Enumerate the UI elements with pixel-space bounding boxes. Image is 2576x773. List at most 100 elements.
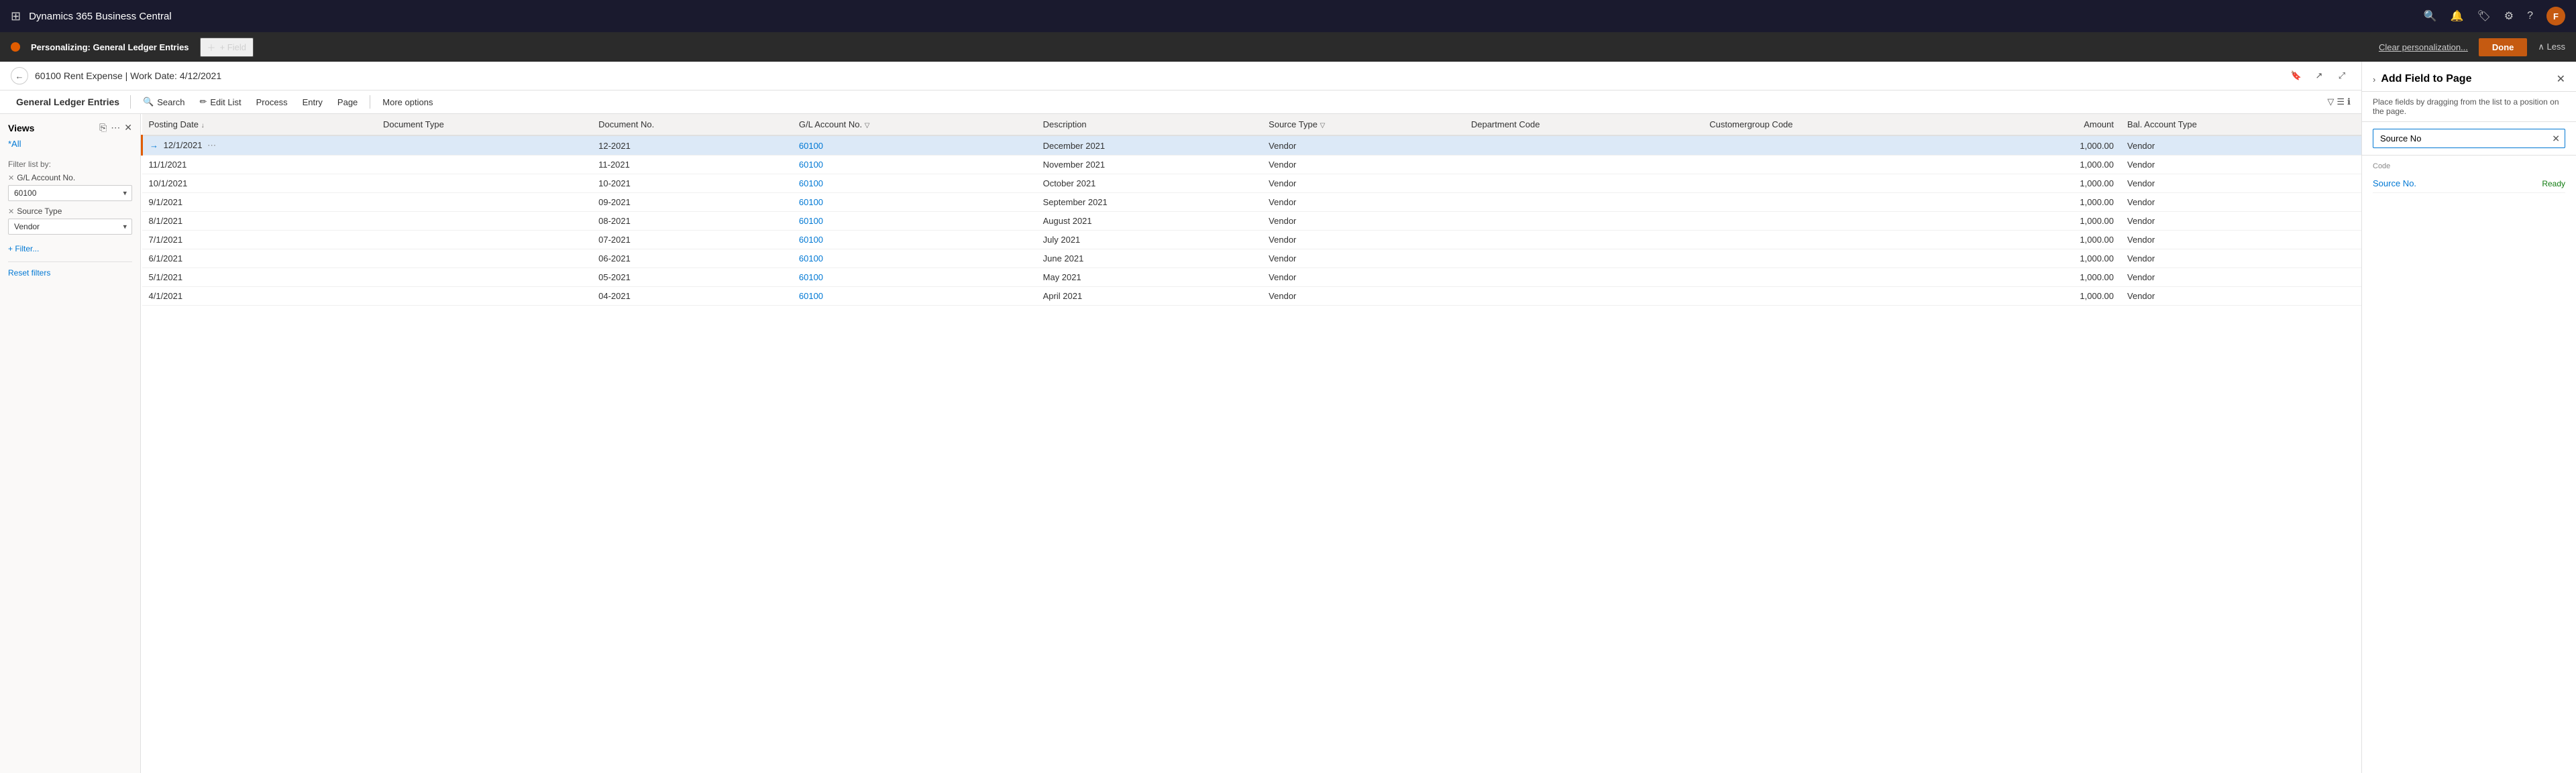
afp-search-clear-icon[interactable]: ✕ [2552,133,2560,144]
gl-account-cell[interactable]: 60100 [792,212,1036,231]
share-icon[interactable]: ↗ [2310,67,2328,84]
more-options-button[interactable]: More options [376,94,439,111]
gl-account-cell[interactable]: 60100 [792,174,1036,193]
table-row[interactable]: 10/1/202110-202160100October 2021Vendor1… [142,174,2362,193]
col-posting-date[interactable]: Posting Date ↓ [142,114,376,135]
grid-icon[interactable]: ⊞ [11,9,21,23]
search-btn-icon: 🔍 [143,97,154,107]
filter-item-gl: ✕ G/L Account No. [8,173,132,182]
bookmark-page-icon[interactable]: 🔖 [2288,67,2305,84]
afp-close-icon[interactable]: ✕ [2557,72,2565,86]
col-bal-account[interactable]: Bal. Account Type [2121,114,2361,135]
clear-personalization-button[interactable]: Clear personalization... [2379,42,2468,52]
add-filter-button[interactable]: + Filter... [8,241,39,256]
col-description[interactable]: Description [1036,114,1263,135]
entry-button[interactable]: Entry [296,94,329,111]
posting-date-link[interactable]: 11/1/2021 [149,160,187,170]
row-context-menu[interactable]: ⋯ [205,140,216,150]
posting-date-link[interactable]: 5/1/2021 [149,272,183,282]
less-button[interactable]: ∧ Less [2538,42,2565,52]
afp-search-input[interactable] [2373,129,2565,148]
process-button[interactable]: Process [250,94,294,111]
source-type-wrapper: Vendor [8,219,132,235]
table-row[interactable]: → 12/1/2021 ⋯12-202160100December 2021Ve… [142,135,2362,156]
filter-list-label: Filter list by: [8,160,132,169]
posting-date-link[interactable]: 8/1/2021 [149,216,183,226]
posting-date-link[interactable]: 12/1/2021 [164,140,203,150]
reset-filters-button[interactable]: Reset filters [8,268,50,278]
settings-icon[interactable]: ⚙ [2504,9,2514,23]
afp-expand-icon[interactable]: › [2373,74,2375,84]
gl-account-cell[interactable]: 60100 [792,287,1036,306]
back-button[interactable]: ← [11,67,28,84]
col-customer-group[interactable]: Customergroup Code [1703,114,1983,135]
views-panel: Views ⎘ ⋯ ✕ *All Filter list by: ✕ G/L A… [0,114,141,773]
posting-date-link[interactable]: 10/1/2021 [149,178,188,188]
customer-group-cell [1703,268,1983,287]
col-amount[interactable]: Amount [1983,114,2121,135]
content-body: Views ⎘ ⋯ ✕ *All Filter list by: ✕ G/L A… [0,114,2361,773]
filter-divider [8,261,132,262]
posting-date-link[interactable]: 7/1/2021 [149,235,183,245]
info-icon[interactable]: ℹ [2347,97,2351,107]
gl-account-cell[interactable]: 60100 [792,268,1036,287]
customer-group-cell [1703,249,1983,268]
table-row[interactable]: 9/1/202109-202160100September 2021Vendor… [142,193,2362,212]
afp-code-label: Code [2373,162,2565,170]
done-button[interactable]: Done [2479,38,2528,56]
posting-date-link[interactable]: 4/1/2021 [149,291,183,301]
table-row[interactable]: 11/1/202111-202160100November 2021Vendor… [142,156,2362,174]
add-field-button[interactable]: ＋ + Field [200,38,254,57]
filter-source-remove[interactable]: ✕ [8,207,14,216]
dept-code-cell [1464,212,1703,231]
views-header: Views ⎘ ⋯ ✕ [8,122,132,133]
amount-cell: 1,000.00 [1983,249,2121,268]
col-gl-account[interactable]: G/L Account No. ▽ [792,114,1036,135]
source-type-cell: Vendor [1262,193,1464,212]
expand-icon[interactable]: ⤢ [2333,67,2351,84]
posting-date-link[interactable]: 9/1/2021 [149,197,183,207]
source-type-select[interactable]: Vendor [8,219,132,235]
gl-account-cell[interactable]: 60100 [792,231,1036,249]
bal-account-cell: Vendor [2121,156,2361,174]
filter-icon[interactable]: ▽ [2327,97,2334,107]
page-button[interactable]: Page [331,94,364,111]
gl-account-cell[interactable]: 60100 [792,193,1036,212]
table-row[interactable]: 8/1/202108-202160100August 2021Vendor1,0… [142,212,2362,231]
views-close-icon[interactable]: ✕ [124,122,132,133]
search-icon[interactable]: 🔍 [2424,9,2437,23]
app-title: Dynamics 365 Business Central [29,11,2416,22]
source-type-cell: Vendor [1262,135,1464,156]
views-all-link[interactable]: *All [8,139,132,149]
views-more-icon[interactable]: ⋯ [111,122,120,133]
col-dept-code[interactable]: Department Code [1464,114,1703,135]
avatar[interactable]: F [2546,7,2565,25]
table-row[interactable]: 7/1/202107-202160100July 2021Vendor1,000… [142,231,2362,249]
gl-account-cell[interactable]: 60100 [792,249,1036,268]
dept-code-cell [1464,135,1703,156]
afp-result-name[interactable]: Source No. [2373,178,2416,188]
views-copy-icon[interactable]: ⎘ [99,122,107,133]
bookmark-icon[interactable]: 🏷 [2477,9,2490,23]
table-row[interactable]: 4/1/202104-202160100April 2021Vendor1,00… [142,287,2362,306]
table-row[interactable]: 6/1/202106-202160100June 2021Vendor1,000… [142,249,2362,268]
gl-account-cell[interactable]: 60100 [792,156,1036,174]
gl-account-select[interactable]: 60100 [8,185,132,201]
bal-account-cell: Vendor [2121,249,2361,268]
col-source-type[interactable]: Source Type ▽ [1262,114,1464,135]
col-doc-type[interactable]: Document Type [376,114,592,135]
posting-date-link[interactable]: 6/1/2021 [149,253,183,263]
doc-type-cell [376,268,592,287]
gl-account-cell[interactable]: 60100 [792,135,1036,156]
edit-list-button[interactable]: ✏ Edit List [193,93,248,111]
col-doc-no[interactable]: Document No. [592,114,792,135]
notifications-icon[interactable]: 🔔 [2451,9,2464,23]
search-button[interactable]: 🔍 Search [136,93,191,111]
gl-entries-table: Posting Date ↓ Document Type Document No… [141,114,2361,306]
list-view-icon[interactable]: ☰ [2337,97,2345,107]
gl-account-wrapper: 60100 [8,185,132,201]
table-row[interactable]: 5/1/202105-202160100May 2021Vendor1,000.… [142,268,2362,287]
toolbar: General Ledger Entries 🔍 Search ✏ Edit L… [0,91,2361,114]
help-icon[interactable]: ? [2527,10,2533,22]
filter-gl-remove[interactable]: ✕ [8,174,14,182]
